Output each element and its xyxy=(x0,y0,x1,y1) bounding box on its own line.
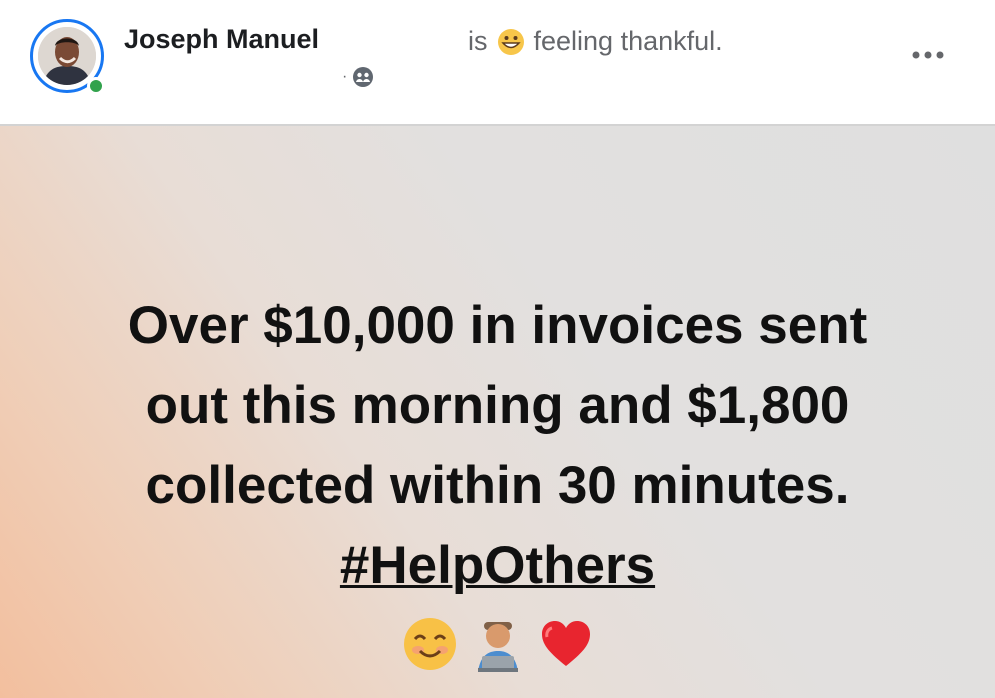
feeling-activity: is feeling thankful. xyxy=(468,26,723,57)
grinning-face-icon xyxy=(497,28,524,55)
more-options-icon xyxy=(912,51,944,59)
meta-separator: · xyxy=(342,68,348,85)
hashtag-link[interactable]: #HelpOthers xyxy=(340,536,655,595)
post-line-2: out this morning and $1,800 xyxy=(145,376,850,435)
feeling-text: feeling thankful. xyxy=(533,26,723,56)
post-background: Over $10,000 in invoices sent out this m… xyxy=(0,126,995,698)
post-emojis xyxy=(0,614,995,674)
person-photo-icon xyxy=(38,27,96,85)
author-name[interactable]: Joseph Manuel xyxy=(124,24,319,55)
post-line-3: collected within 30 minutes. xyxy=(145,456,850,515)
technologist-icon xyxy=(477,622,518,672)
post-meta: · xyxy=(342,66,374,88)
profile-photo xyxy=(38,27,96,85)
post-line-1: Over $10,000 in invoices sent xyxy=(127,296,868,355)
online-status-dot xyxy=(87,77,105,95)
more-options-button[interactable] xyxy=(908,40,948,70)
smiling-face-icon xyxy=(403,618,456,670)
feeling-prefix: is xyxy=(468,26,488,56)
friends-icon[interactable] xyxy=(352,66,374,88)
post-header: Joseph Manuel is feeling thankful. · xyxy=(0,0,995,126)
red-heart-icon xyxy=(541,621,590,666)
post-text: Over $10,000 in invoices sent out this m… xyxy=(40,286,955,606)
